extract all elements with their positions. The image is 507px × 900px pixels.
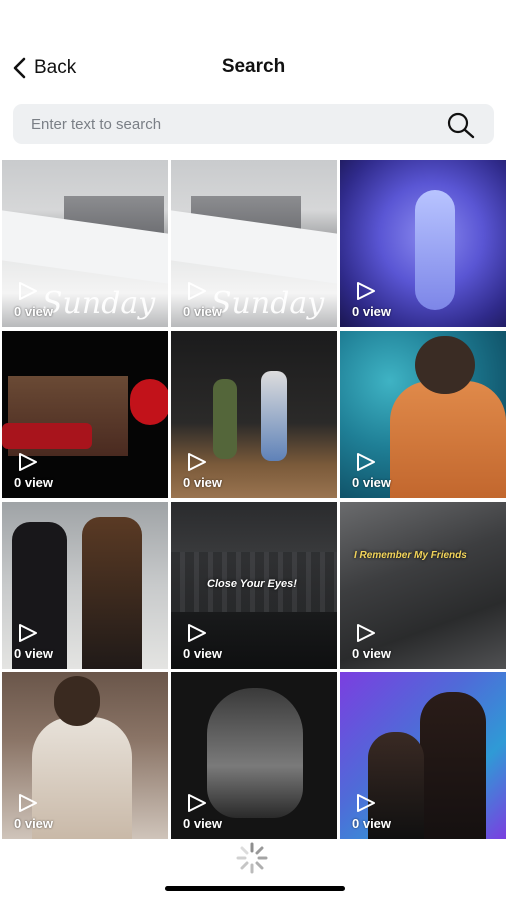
view-count: 0 view — [14, 304, 54, 319]
search-icon[interactable] — [446, 111, 476, 139]
video-thumbnail[interactable]: 0 view — [2, 502, 168, 669]
video-thumbnail[interactable]: I Remember My Friends 0 view — [340, 502, 506, 669]
video-thumbnail[interactable]: 0 view — [171, 331, 337, 498]
play-icon — [357, 794, 375, 812]
video-thumbnail[interactable]: 0 view — [340, 672, 506, 839]
play-icon — [19, 794, 37, 812]
play-icon — [357, 282, 375, 300]
play-icon — [357, 624, 375, 642]
video-grid: Sunday 0 view Sunday 0 view 0 view 0 vie… — [2, 160, 506, 841]
view-count: 0 view — [183, 304, 223, 319]
view-count: 0 view — [14, 475, 54, 490]
view-count: 0 view — [183, 646, 223, 661]
search-input[interactable] — [31, 104, 431, 144]
video-thumbnail[interactable]: 0 view — [340, 331, 506, 498]
video-overlay-text: Close Your Eyes! — [207, 578, 297, 590]
video-thumbnail[interactable]: 0 view — [2, 331, 168, 498]
view-count: 0 view — [352, 304, 392, 319]
play-icon — [19, 624, 37, 642]
video-thumbnail[interactable]: 0 view — [2, 672, 168, 839]
play-icon — [188, 282, 206, 300]
video-thumbnail[interactable]: Sunday 0 view — [2, 160, 168, 327]
view-count: 0 view — [14, 816, 54, 831]
play-icon — [357, 453, 375, 471]
search-bar — [13, 104, 494, 144]
play-icon — [188, 794, 206, 812]
video-thumbnail[interactable]: 0 view — [171, 672, 337, 839]
view-count: 0 view — [183, 816, 223, 831]
video-overlay-text: Sunday — [211, 286, 325, 321]
play-icon — [19, 453, 37, 471]
page-title: Search — [221, 56, 286, 77]
view-count: 0 view — [352, 646, 392, 661]
video-overlay-text: I Remember My Friends — [354, 550, 467, 561]
play-icon — [188, 624, 206, 642]
header-bar: Back Search — [0, 0, 507, 92]
view-count: 0 view — [352, 475, 392, 490]
video-overlay-text: Sunday — [42, 286, 156, 321]
play-icon — [19, 282, 37, 300]
video-thumbnail[interactable]: Sunday 0 view — [171, 160, 337, 327]
video-thumbnail[interactable]: Close Your Eyes! 0 view — [171, 502, 337, 669]
view-count: 0 view — [183, 475, 223, 490]
play-icon — [188, 453, 206, 471]
home-indicator[interactable] — [165, 886, 345, 891]
view-count: 0 view — [14, 646, 54, 661]
view-count: 0 view — [352, 816, 392, 831]
video-thumbnail[interactable]: 0 view — [340, 160, 506, 327]
loading-spinner-icon — [236, 842, 268, 874]
